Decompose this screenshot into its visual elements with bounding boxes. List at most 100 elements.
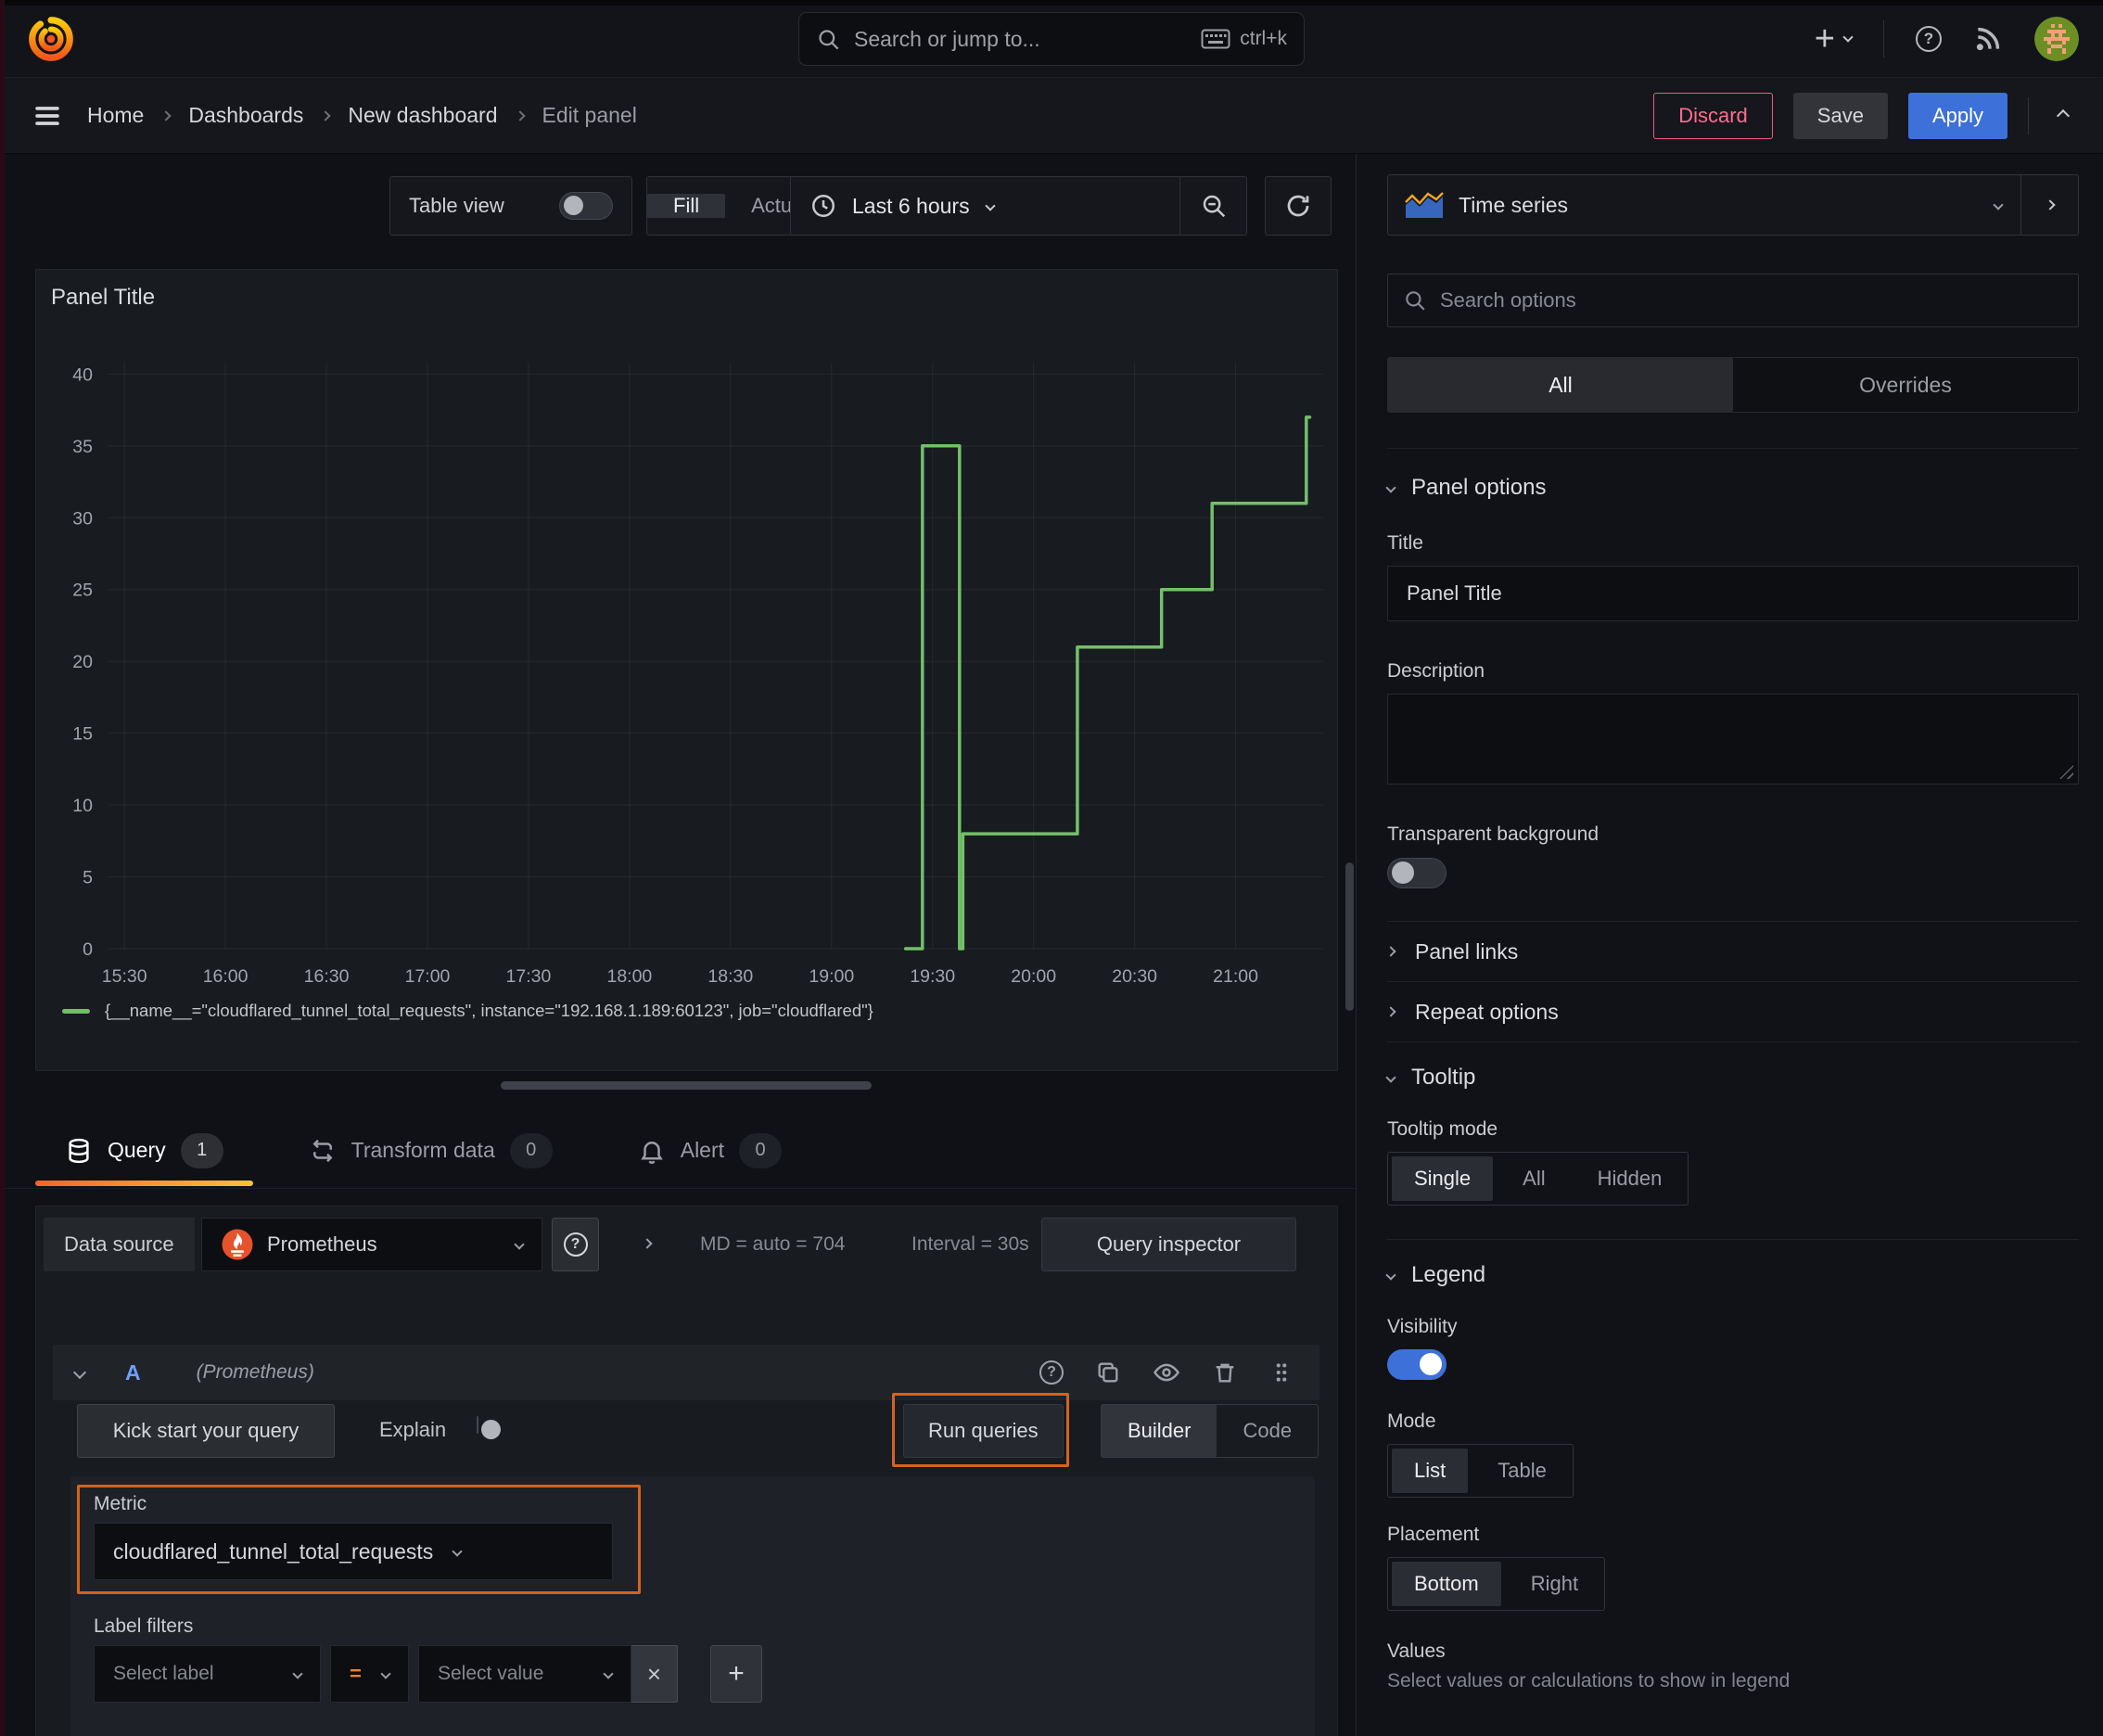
builder-option[interactable]: Builder <box>1102 1405 1217 1457</box>
save-button[interactable]: Save <box>1792 92 1888 139</box>
rss-icon <box>1976 27 2000 50</box>
code-option[interactable]: Code <box>1217 1405 1318 1457</box>
legend-series-label[interactable]: {__name__="cloudflared_tunnel_total_requ… <box>105 1001 873 1021</box>
legend-mode-switcher: List Table <box>1387 1444 1574 1498</box>
run-queries-button[interactable]: Run queries <box>903 1404 1064 1458</box>
database-icon <box>69 1138 89 1163</box>
label-filters-label: Label filters <box>94 1615 194 1637</box>
label-filter-key-select[interactable]: Select label <box>94 1645 321 1703</box>
kick-start-query-button[interactable]: Kick start your query <box>77 1404 335 1458</box>
tooltip-mode-single[interactable]: Single <box>1392 1156 1494 1201</box>
select-label-placeholder: Select label <box>113 1663 214 1684</box>
discard-button[interactable]: Discard <box>1653 92 1773 139</box>
breadcrumb-new-dashboard[interactable]: New dashboard <box>348 103 497 128</box>
legend-visibility-toggle[interactable] <box>1387 1349 1447 1380</box>
tab-all-options[interactable]: All <box>1388 358 1733 412</box>
add-button[interactable]: + <box>1814 19 1854 58</box>
resize-handle-icon[interactable] <box>2059 765 2073 779</box>
explain-label: Explain <box>379 1418 447 1441</box>
svg-text:15: 15 <box>72 724 93 745</box>
svg-text:20:00: 20:00 <box>1011 966 1056 987</box>
label-filter-value-select[interactable]: Select value <box>418 1645 631 1703</box>
tab-alert-count: 0 <box>739 1132 783 1168</box>
datasource-help-button[interactable]: ? <box>552 1218 599 1271</box>
svg-text:21:00: 21:00 <box>1213 966 1258 987</box>
builder-code-switcher: Builder Code <box>1101 1404 1319 1458</box>
query-help-icon[interactable]: ? <box>1039 1360 1064 1385</box>
tooltip-mode-hidden[interactable]: Hidden <box>1572 1153 1689 1205</box>
collapse-options-pane-button[interactable] <box>2020 175 2078 235</box>
metric-select[interactable]: cloudflared_tunnel_total_requests <box>94 1523 613 1580</box>
close-icon: × <box>646 1659 662 1688</box>
delete-query-icon[interactable] <box>1212 1359 1238 1385</box>
legend-placement-right[interactable]: Right <box>1505 1558 1604 1610</box>
tooltip-heading: Tooltip <box>1411 1065 1476 1090</box>
collapse-query-icon[interactable] <box>72 1365 87 1380</box>
panel-title[interactable]: Panel Title <box>51 285 155 311</box>
legend-visibility-label: Visibility <box>1387 1316 1458 1337</box>
news-button[interactable] <box>1973 24 2003 54</box>
query-inspector-button[interactable]: Query inspector <box>1041 1218 1296 1271</box>
tooltip-section-header[interactable]: Tooltip <box>1385 1065 2079 1091</box>
refresh-button[interactable] <box>1265 176 1332 236</box>
disable-query-icon[interactable] <box>1153 1359 1180 1386</box>
legend-section-header[interactable]: Legend <box>1385 1262 2079 1288</box>
zoom-out-button[interactable] <box>1179 177 1246 235</box>
tab-overrides[interactable]: Overrides <box>1733 358 2078 412</box>
panel-options-section-header[interactable]: Panel options <box>1385 475 2079 501</box>
editor-tabs: Query 1 Transform data 0 Alert 0 <box>0 1113 1356 1189</box>
avatar[interactable] <box>2034 16 2079 61</box>
datasource-label: Data source <box>44 1218 195 1271</box>
svg-text:40: 40 <box>72 364 93 385</box>
breadcrumb-dashboards[interactable]: Dashboards <box>188 103 303 128</box>
tab-transform-data[interactable]: Transform data 0 <box>279 1113 582 1188</box>
options-search-input[interactable]: Search options <box>1387 274 2079 327</box>
tab-alert-label: Alert <box>680 1138 725 1162</box>
legend-placement-bottom[interactable]: Bottom <box>1392 1562 1501 1606</box>
chevron-right-icon <box>1385 1006 1396 1017</box>
help-button[interactable]: ? <box>1916 25 1942 52</box>
menu-button[interactable] <box>32 100 63 132</box>
options-search-placeholder: Search options <box>1440 288 1576 312</box>
transparent-background-toggle[interactable] <box>1387 858 1447 888</box>
apply-button[interactable]: Apply <box>1907 92 2007 139</box>
time-range-label[interactable]: Last 6 hours <box>852 194 970 219</box>
chevron-down-icon <box>1842 31 1854 43</box>
duplicate-query-icon[interactable] <box>1095 1359 1121 1385</box>
remove-filter-button[interactable]: × <box>631 1645 678 1703</box>
collapse-header-button[interactable] <box>2049 102 2077 130</box>
panel-links-section[interactable]: Panel links <box>1385 922 2079 981</box>
fill-option[interactable]: Fill <box>647 194 726 218</box>
breadcrumb-home[interactable]: Home <box>87 103 144 128</box>
table-view-toggle[interactable] <box>559 192 613 220</box>
chevron-up-icon <box>2056 108 2071 122</box>
add-filter-button[interactable]: + <box>710 1645 762 1703</box>
pane-resize-handle[interactable] <box>501 1081 872 1090</box>
visualization-picker[interactable]: Time series <box>1387 174 2079 236</box>
tab-query[interactable]: Query 1 <box>35 1113 253 1188</box>
legend-mode-table[interactable]: Table <box>1472 1445 1573 1497</box>
panel-title-input[interactable] <box>1387 566 2079 621</box>
timeseries-chart[interactable]: 0 5 10 15 20 25 30 35 40 15:30 16:00 16:30 17:00 17:3… <box>36 270 1338 1071</box>
panel-description-input[interactable] <box>1387 694 2079 785</box>
label-filter-operator-select[interactable]: = <box>330 1645 409 1703</box>
search-input[interactable]: Search or jump to... ctrl+k <box>798 12 1305 66</box>
svg-text:19:00: 19:00 <box>809 966 854 987</box>
drag-handle-icon[interactable] <box>1269 1360 1294 1385</box>
panel-options-heading: Panel options <box>1411 475 1547 500</box>
chevron-down-icon <box>292 1668 303 1679</box>
query-row-header[interactable]: A (Prometheus) ? <box>53 1345 1319 1400</box>
plus-icon: + <box>1814 19 1835 58</box>
divider <box>1387 448 2079 449</box>
svg-text:0: 0 <box>83 939 93 960</box>
scrollbar-thumb[interactable] <box>1345 862 1354 1011</box>
tab-alert[interactable]: Alert 0 <box>608 1113 811 1188</box>
explain-toggle[interactable] <box>477 1416 478 1434</box>
tooltip-mode-all[interactable]: All <box>1497 1153 1571 1205</box>
options-expand-icon[interactable] <box>642 1238 653 1249</box>
repeat-options-section[interactable]: Repeat options <box>1385 982 2079 1041</box>
legend-mode-list[interactable]: List <box>1392 1449 1469 1493</box>
grafana-logo-icon[interactable] <box>26 14 76 64</box>
svg-text:15:30: 15:30 <box>102 966 147 987</box>
datasource-picker[interactable]: Prometheus <box>201 1218 542 1271</box>
